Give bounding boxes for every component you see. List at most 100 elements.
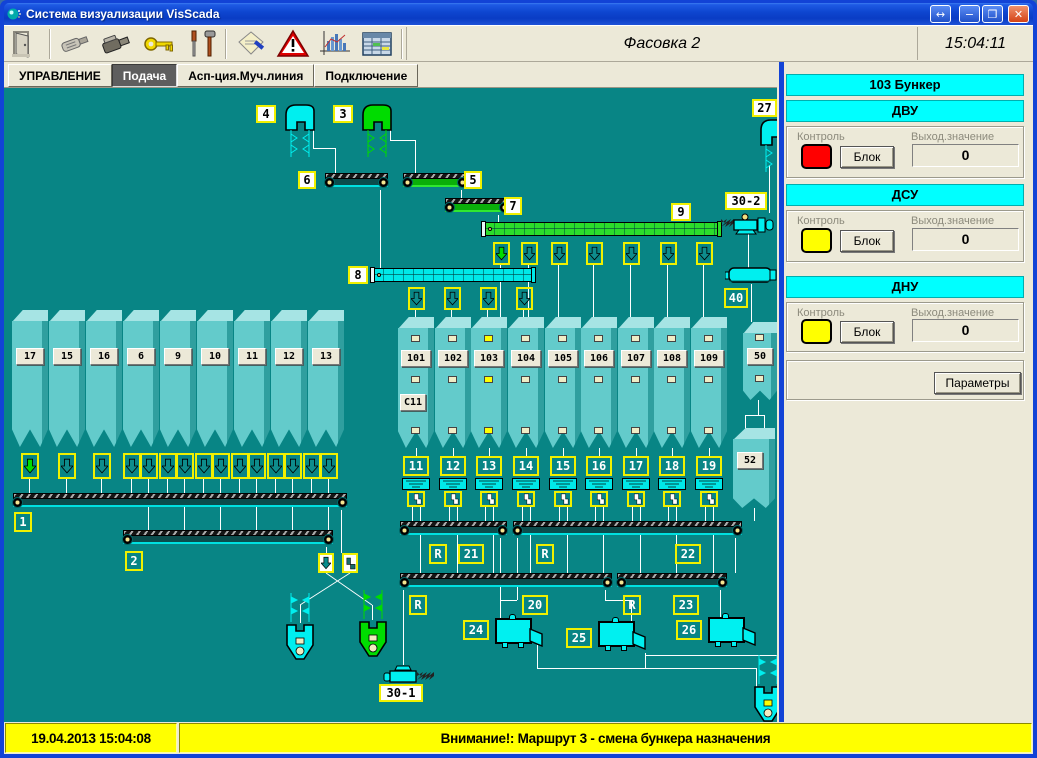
bunker-9-left[interactable]: [160, 310, 196, 447]
flow-arrow-valve[interactable]: [660, 242, 677, 265]
route-valve-divert[interactable]: [342, 553, 358, 573]
rotary-feeder-4[interactable]: [284, 103, 316, 131]
diverter-valve-14[interactable]: [517, 491, 535, 507]
flow-arrow-valve[interactable]: [493, 242, 510, 265]
bunker-outlet-valve[interactable]: [320, 453, 338, 479]
bunker-outlet-valve[interactable]: [212, 453, 230, 479]
alarm-warning-button[interactable]: [272, 27, 314, 60]
scale-left[interactable]: [285, 623, 315, 661]
block-button[interactable]: Блок: [840, 321, 894, 343]
flow-arrow-valve[interactable]: [696, 242, 713, 265]
route-valve-down[interactable]: [318, 553, 334, 573]
scale-bottom-right[interactable]: [753, 685, 777, 722]
close-button[interactable]: ✕: [1008, 5, 1029, 23]
conveyor-23[interactable]: [617, 573, 727, 589]
rotary-feeder-3[interactable]: [361, 103, 393, 131]
exit-door-button[interactable]: [4, 27, 46, 60]
bunker-16-left[interactable]: [86, 310, 122, 447]
bunker-outlet-valve[interactable]: [93, 453, 111, 479]
maximize-button[interactable]: ❐: [982, 5, 1003, 23]
bunker-12-left[interactable]: [271, 310, 307, 447]
vibro-feeder-14[interactable]: [512, 478, 540, 490]
diverter-valve-16[interactable]: [590, 491, 608, 507]
vibro-feeder-19[interactable]: [695, 478, 723, 490]
tab-2[interactable]: Подача: [112, 64, 177, 87]
conveyor-7[interactable]: [445, 198, 509, 214]
diverter-valve-15[interactable]: [554, 491, 572, 507]
vibro-feeder-11[interactable]: [402, 478, 430, 490]
vibro-feeder-13[interactable]: [475, 478, 503, 490]
packer-25[interactable]: [598, 621, 635, 647]
resize-button[interactable]: ↔: [930, 5, 951, 23]
vibro-feeder-12[interactable]: [439, 478, 467, 490]
screw-conveyor-8[interactable]: [373, 268, 533, 282]
bunker-13-left[interactable]: [308, 310, 344, 447]
bunker-outlet-valve[interactable]: [140, 453, 158, 479]
flow-arrow-valve[interactable]: [586, 242, 603, 265]
vibro-feeder-15[interactable]: [549, 478, 577, 490]
service-tools-button[interactable]: [180, 27, 222, 60]
conveyor-22[interactable]: [513, 521, 742, 537]
bunker-outlet-valve[interactable]: [248, 453, 266, 479]
bunker-outlet-valve[interactable]: [123, 453, 141, 479]
bunker-outlet-valve[interactable]: [195, 453, 213, 479]
bunker-outlet-valve[interactable]: [267, 453, 285, 479]
conveyor-1[interactable]: [13, 493, 347, 509]
conveyor-6[interactable]: [325, 173, 388, 189]
vibro-feeder-18[interactable]: [658, 478, 686, 490]
conveyor-21[interactable]: [400, 521, 507, 537]
scale-right[interactable]: [358, 620, 388, 658]
packer-24[interactable]: [495, 618, 532, 644]
conveyor-5[interactable]: [403, 173, 467, 189]
conveyor-2[interactable]: [123, 530, 333, 546]
bunker-outlet-valve[interactable]: [58, 453, 76, 479]
diverter-valve-18[interactable]: [663, 491, 681, 507]
flow-arrow-valve[interactable]: [408, 287, 425, 310]
diverter-valve-12[interactable]: [444, 491, 462, 507]
conveyor-20[interactable]: [400, 573, 612, 589]
mill-30-1[interactable]: [382, 665, 438, 685]
flow-arrow-valve[interactable]: [480, 287, 497, 310]
diverter-valve-13[interactable]: [480, 491, 498, 507]
data-table-button[interactable]: [356, 27, 398, 60]
block-button[interactable]: Блок: [840, 230, 894, 252]
flow-arrow-valve[interactable]: [521, 242, 538, 265]
vibro-feeder-17[interactable]: [622, 478, 650, 490]
filter-cylinder-40[interactable]: [725, 266, 777, 284]
bunker-10-left[interactable]: [197, 310, 233, 447]
access-key-button[interactable]: [138, 27, 180, 60]
bunker-outlet-valve[interactable]: [231, 453, 249, 479]
diverter-valve-11[interactable]: [407, 491, 425, 507]
parameters-button[interactable]: Параметры: [934, 372, 1021, 394]
flow-arrow-valve[interactable]: [623, 242, 640, 265]
bunker-outlet-valve[interactable]: [176, 453, 194, 479]
bunker-outlet-valve[interactable]: [284, 453, 302, 479]
tab-4[interactable]: Подключение: [314, 64, 418, 87]
minimize-button[interactable]: −: [959, 5, 980, 23]
block-button[interactable]: Блок: [840, 146, 894, 168]
packer-26[interactable]: [708, 617, 745, 643]
flow-arrow-valve[interactable]: [551, 242, 568, 265]
blower-30-2[interactable]: [719, 213, 775, 235]
title-bar[interactable]: Система визуализации VisScada ↔ − ❐ ✕: [4, 3, 1033, 25]
flow-arrow-valve[interactable]: [516, 287, 533, 310]
bunker-17-left[interactable]: [12, 310, 48, 447]
tab-3[interactable]: Асп-ция.Муч.линия: [177, 64, 314, 87]
serial-port-button[interactable]: [54, 27, 96, 60]
usb-connector-button[interactable]: [96, 27, 138, 60]
bunker-outlet-valve[interactable]: [21, 453, 39, 479]
vibro-feeder-16[interactable]: [585, 478, 613, 490]
flow-arrow-valve[interactable]: [444, 287, 461, 310]
trends-chart-button[interactable]: [314, 27, 356, 60]
diverter-valve-17[interactable]: [627, 491, 645, 507]
bunker-11-left[interactable]: [234, 310, 270, 447]
journal-note-button[interactable]: [230, 27, 272, 60]
bunker-outlet-valve[interactable]: [303, 453, 321, 479]
screw-conveyor-9[interactable]: [484, 222, 719, 236]
tab-1[interactable]: УПРАВЛЕНИЕ: [8, 64, 112, 87]
rotary-feeder-27[interactable]: [759, 118, 777, 146]
bunker-outlet-valve[interactable]: [159, 453, 177, 479]
diverter-valve-19[interactable]: [700, 491, 718, 507]
bunker-15-left[interactable]: [49, 310, 85, 447]
bunker-6-left[interactable]: [123, 310, 159, 447]
